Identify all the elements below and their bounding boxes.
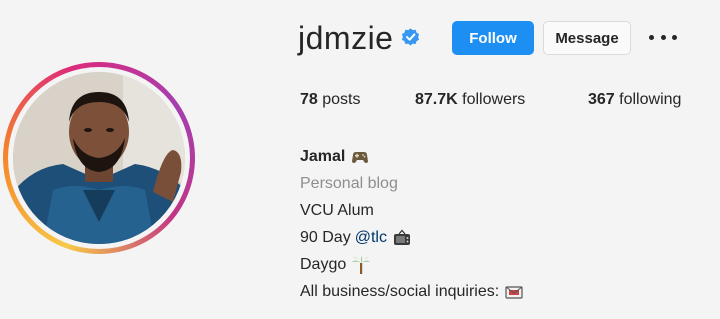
posts-count: 78 [300,91,318,108]
bio-name: Jamal [300,148,346,165]
bio-text-daygo: Daygo [300,256,347,273]
bio-line-1: VCU Alum [300,197,524,224]
profile-page: jdmzie Follow Message 78 posts 87.7K fol… [0,0,720,319]
followers-stat[interactable]: 87.7K followers [415,91,525,109]
game-controller-icon [350,147,370,167]
bio-name-line: Jamal [300,143,524,170]
following-count: 367 [588,91,615,108]
profile-bio: Jamal Personal blog VCU Alum 90 Day @tlc [300,143,524,305]
following-label: following [619,91,682,108]
followers-count: 87.7K [415,91,458,108]
more-options-icon[interactable] [649,27,677,47]
tlc-mention-link[interactable]: @tlc [355,224,387,251]
bio-text-vcu: VCU Alum [300,202,374,219]
message-button[interactable]: Message [543,21,631,55]
profile-username: jdmzie [298,20,394,56]
following-stat[interactable]: 367 following [588,91,681,109]
bio-category: Personal blog [300,175,398,192]
follow-button[interactable]: Follow [452,21,534,55]
posts-label: posts [322,91,361,108]
bio-category-line: Personal blog [300,170,524,197]
palm-tree-icon [351,255,371,275]
verified-badge-icon [401,28,420,46]
tv-icon [392,228,412,248]
bio-line-4: All business/social inquiries: [300,278,524,305]
envelope-icon [504,282,524,302]
bio-line-2: 90 Day @tlc [300,224,524,251]
posts-stat[interactable]: 78 posts [300,91,361,109]
profile-stats: 78 posts 87.7K followers 367 following [0,91,720,115]
bio-line-3: Daygo [300,251,524,278]
followers-label: followers [462,91,526,108]
bio-text-inquiries: All business/social inquiries: [300,283,500,300]
bio-text-90-day: 90 Day [300,229,351,246]
